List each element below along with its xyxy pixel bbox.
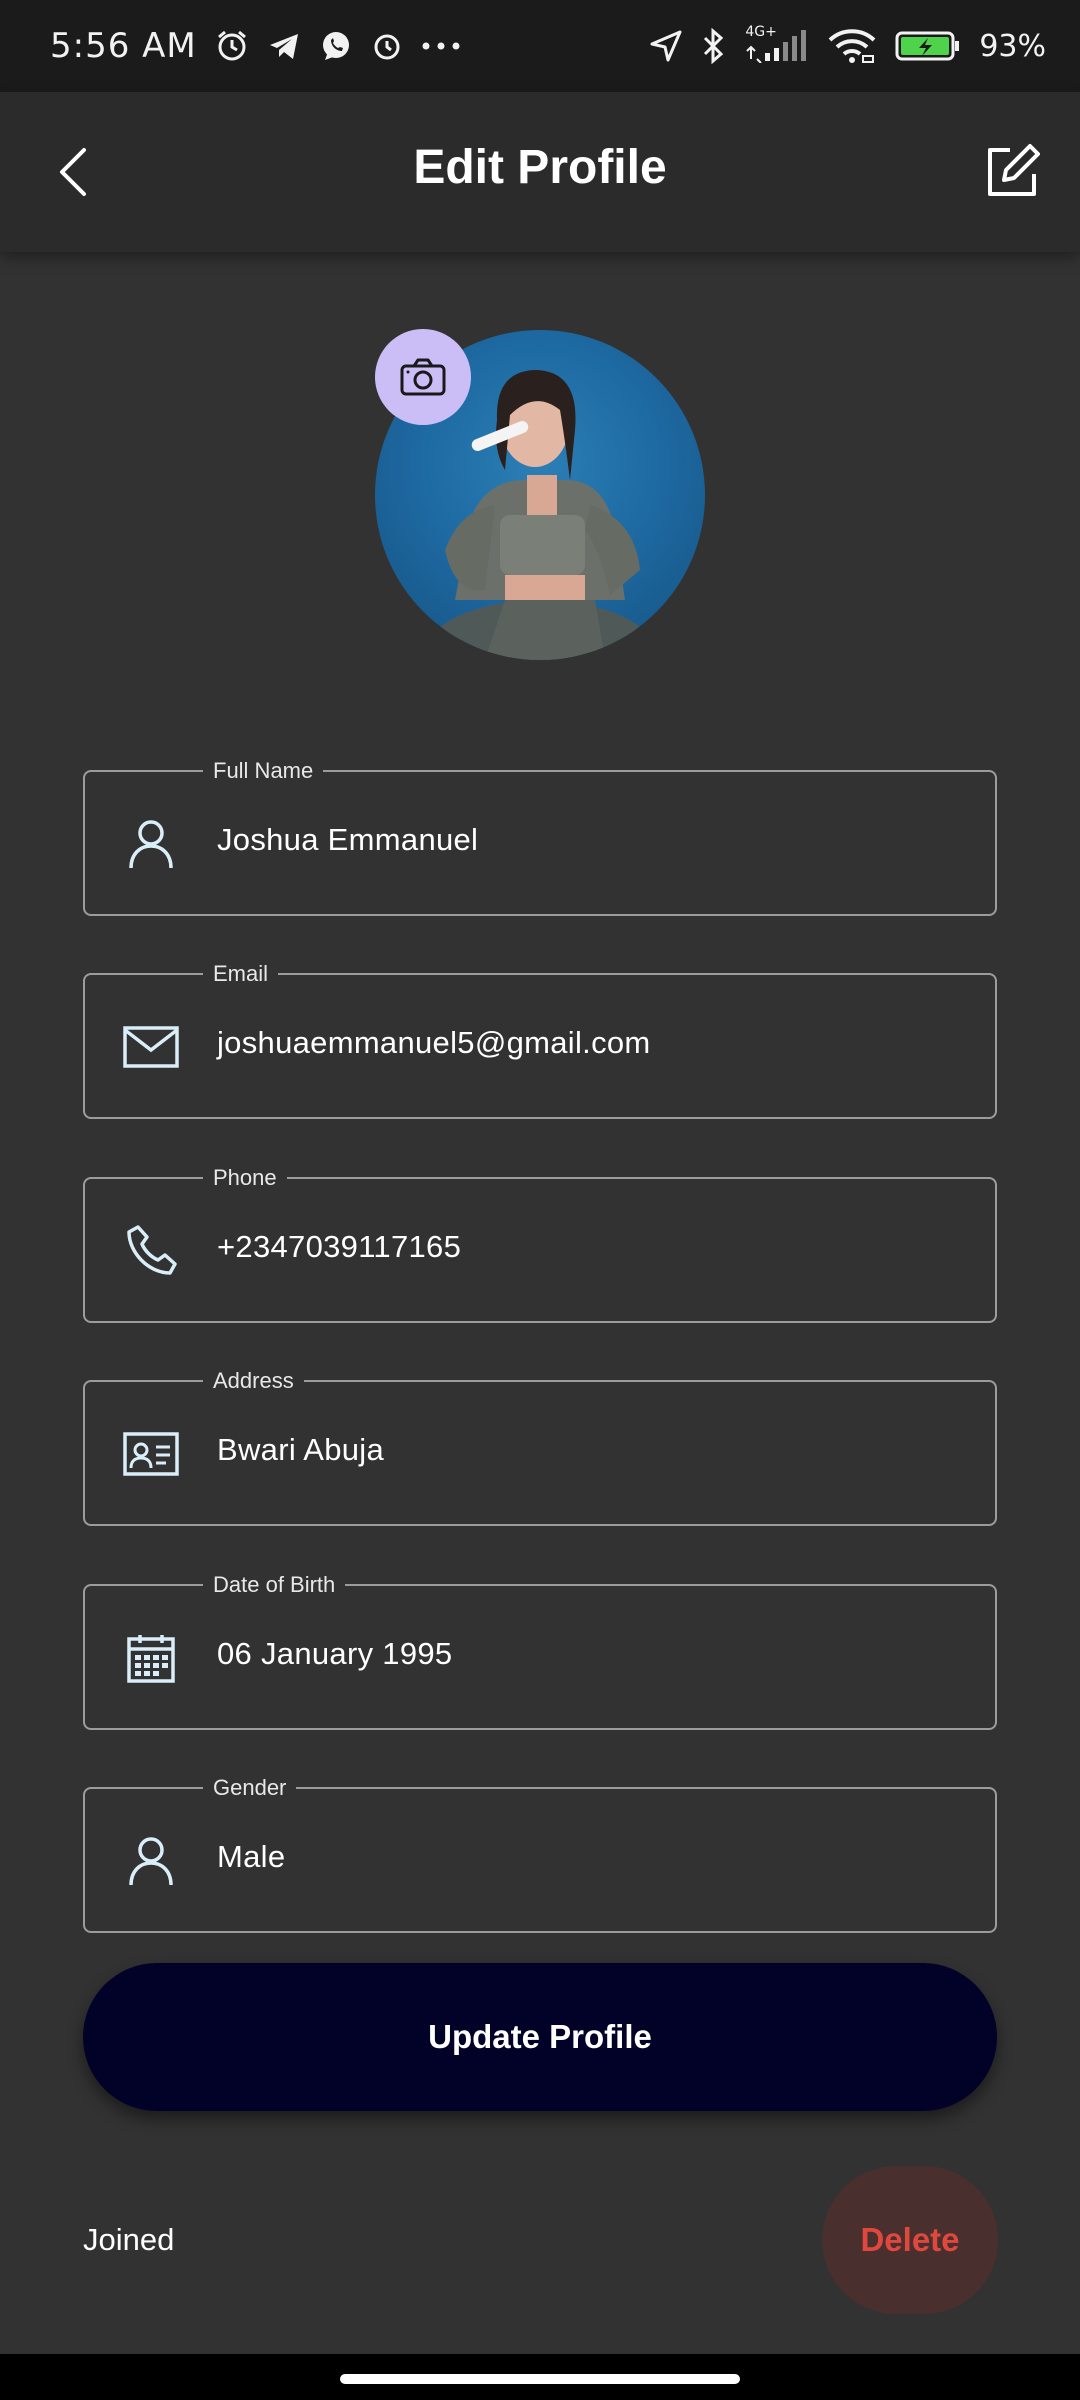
date-of-birth-value[interactable]: 06 January 1995 (217, 1636, 452, 1672)
phone-value[interactable]: +2347039117165 (217, 1229, 461, 1265)
delete-button[interactable]: Delete (822, 2166, 998, 2314)
gender-field[interactable]: Gender Male (83, 1775, 997, 1933)
address-value[interactable]: Bwari Abuja (217, 1432, 384, 1468)
home-indicator[interactable] (340, 2374, 740, 2384)
wifi-icon (827, 28, 877, 64)
signal-icon: 4G+ (745, 25, 809, 63)
battery-icon (895, 30, 961, 62)
mail-icon (121, 1017, 181, 1077)
whatsapp-icon (319, 29, 353, 63)
status-bar-right: 4G+ 93% (649, 25, 1046, 64)
more-dots-icon (421, 41, 461, 51)
status-bar: 5:56 AM 4G+ 93% (0, 0, 1080, 92)
gender-value[interactable]: Male (217, 1839, 285, 1875)
joined-label: Joined (83, 2222, 175, 2257)
edit-button[interactable] (980, 140, 1044, 204)
calendar-icon (121, 1628, 181, 1688)
battery-percentage: 93% (979, 28, 1046, 64)
status-bar-left: 5:56 AM (50, 26, 461, 66)
email-label: Email (203, 961, 279, 987)
camera-icon (400, 358, 446, 396)
phone-field[interactable]: Phone +2347039117165 (83, 1165, 997, 1323)
date-of-birth-field[interactable]: Date of Birth 06 January 1995 (83, 1572, 997, 1730)
location-arrow-icon (649, 29, 683, 63)
update-profile-button[interactable]: Update Profile (83, 1963, 997, 2111)
full-name-field[interactable]: Full Name Joshua Emmanuel (83, 758, 997, 916)
page-title: Edit Profile (413, 141, 667, 194)
status-time: 5:56 AM (50, 26, 197, 66)
edit-square-icon (988, 144, 1040, 196)
address-label: Address (203, 1368, 304, 1394)
address-field[interactable]: Address Bwari Abuja (83, 1368, 997, 1526)
person-icon (121, 814, 181, 874)
gender-label: Gender (203, 1775, 297, 1801)
date-of-birth-label: Date of Birth (203, 1572, 346, 1598)
telegram-icon (267, 29, 301, 63)
alarm-icon (215, 29, 249, 63)
app-bar: Edit Profile (0, 92, 1080, 252)
phone-icon (121, 1221, 181, 1281)
full-name-value[interactable]: Joshua Emmanuel (217, 822, 478, 858)
bluetooth-icon (701, 28, 727, 64)
person-icon (121, 1831, 181, 1891)
network-type: 4G+ (745, 24, 777, 40)
email-field[interactable]: Email joshuaemmanuel5@gmail.com (83, 961, 997, 1119)
email-value[interactable]: joshuaemmanuel5@gmail.com (217, 1025, 651, 1061)
phone-label: Phone (203, 1165, 287, 1191)
id-card-icon (121, 1424, 181, 1484)
full-name-label: Full Name (203, 758, 324, 784)
clock-icon (371, 30, 403, 62)
change-photo-button[interactable] (375, 329, 471, 425)
